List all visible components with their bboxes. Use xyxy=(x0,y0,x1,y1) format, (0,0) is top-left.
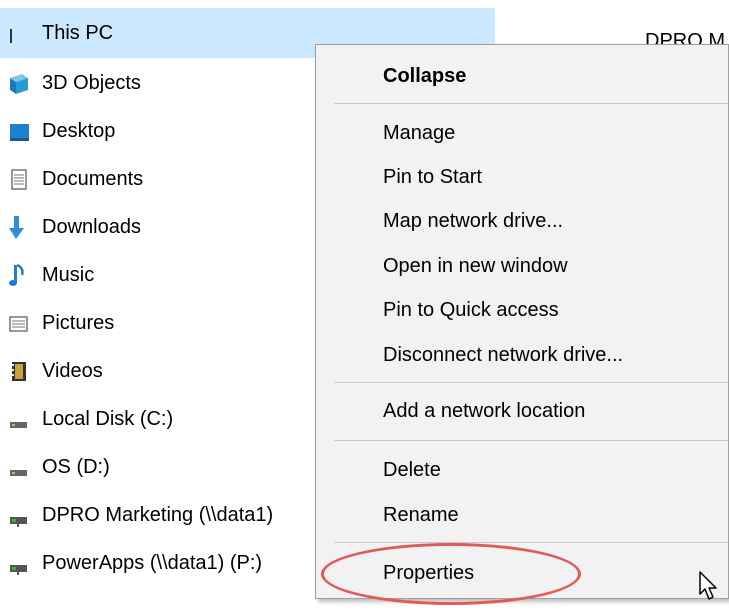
menu-item-delete[interactable]: Delete xyxy=(316,448,728,492)
pictures-icon xyxy=(6,309,34,337)
menu-item-manage[interactable]: Manage xyxy=(316,111,728,155)
menu-separator xyxy=(334,440,728,441)
nav-item-label: 3D Objects xyxy=(42,71,141,94)
desktop-icon xyxy=(6,117,34,145)
context-menu: Collapse Manage Pin to Start Map network… xyxy=(315,44,729,599)
nav-item-label: Documents xyxy=(42,167,144,190)
menu-item-pin-to-quick-access[interactable]: Pin to Quick access xyxy=(316,288,728,332)
menu-item-collapse[interactable]: Collapse xyxy=(316,54,728,98)
videos-icon xyxy=(6,357,34,385)
music-icon xyxy=(6,261,34,289)
menu-item-disconnect-network-drive[interactable]: Disconnect network drive... xyxy=(316,333,728,377)
menu-item-properties[interactable]: Properties xyxy=(316,551,728,595)
3d-objects-icon xyxy=(6,69,34,97)
nav-item-label: Music xyxy=(42,263,95,286)
nav-item-label: Desktop xyxy=(42,119,116,142)
local-disk-icon xyxy=(6,453,34,481)
local-disk-icon xyxy=(6,405,34,433)
nav-item-label: Pictures xyxy=(42,311,115,334)
menu-item-map-network-drive[interactable]: Map network drive... xyxy=(316,199,728,243)
menu-item-add-network-location[interactable]: Add a network location xyxy=(316,389,728,433)
nav-item-label: Downloads xyxy=(42,215,141,238)
mouse-pointer-icon xyxy=(698,570,720,607)
menu-separator xyxy=(334,103,728,104)
menu-item-rename[interactable]: Rename xyxy=(316,493,728,537)
nav-item-label: OS (D:) xyxy=(42,455,110,478)
menu-item-pin-to-start[interactable]: Pin to Start xyxy=(316,155,728,199)
menu-separator xyxy=(334,542,728,543)
menu-item-open-in-new-window[interactable]: Open in new window xyxy=(316,244,728,288)
downloads-icon xyxy=(6,213,34,241)
menu-separator xyxy=(334,382,728,383)
network-drive-icon xyxy=(6,501,34,529)
nav-item-label: PowerApps (\\data1) (P:) xyxy=(42,551,263,574)
nav-item-label: DPRO Marketing (\\data1) xyxy=(42,503,274,526)
network-drive-icon xyxy=(6,549,34,577)
nav-item-label: Local Disk (C:) xyxy=(42,407,174,430)
documents-icon xyxy=(6,165,34,193)
nav-item-label: Videos xyxy=(42,359,103,382)
computer-icon xyxy=(6,19,34,47)
nav-item-label: This PC xyxy=(42,21,114,44)
